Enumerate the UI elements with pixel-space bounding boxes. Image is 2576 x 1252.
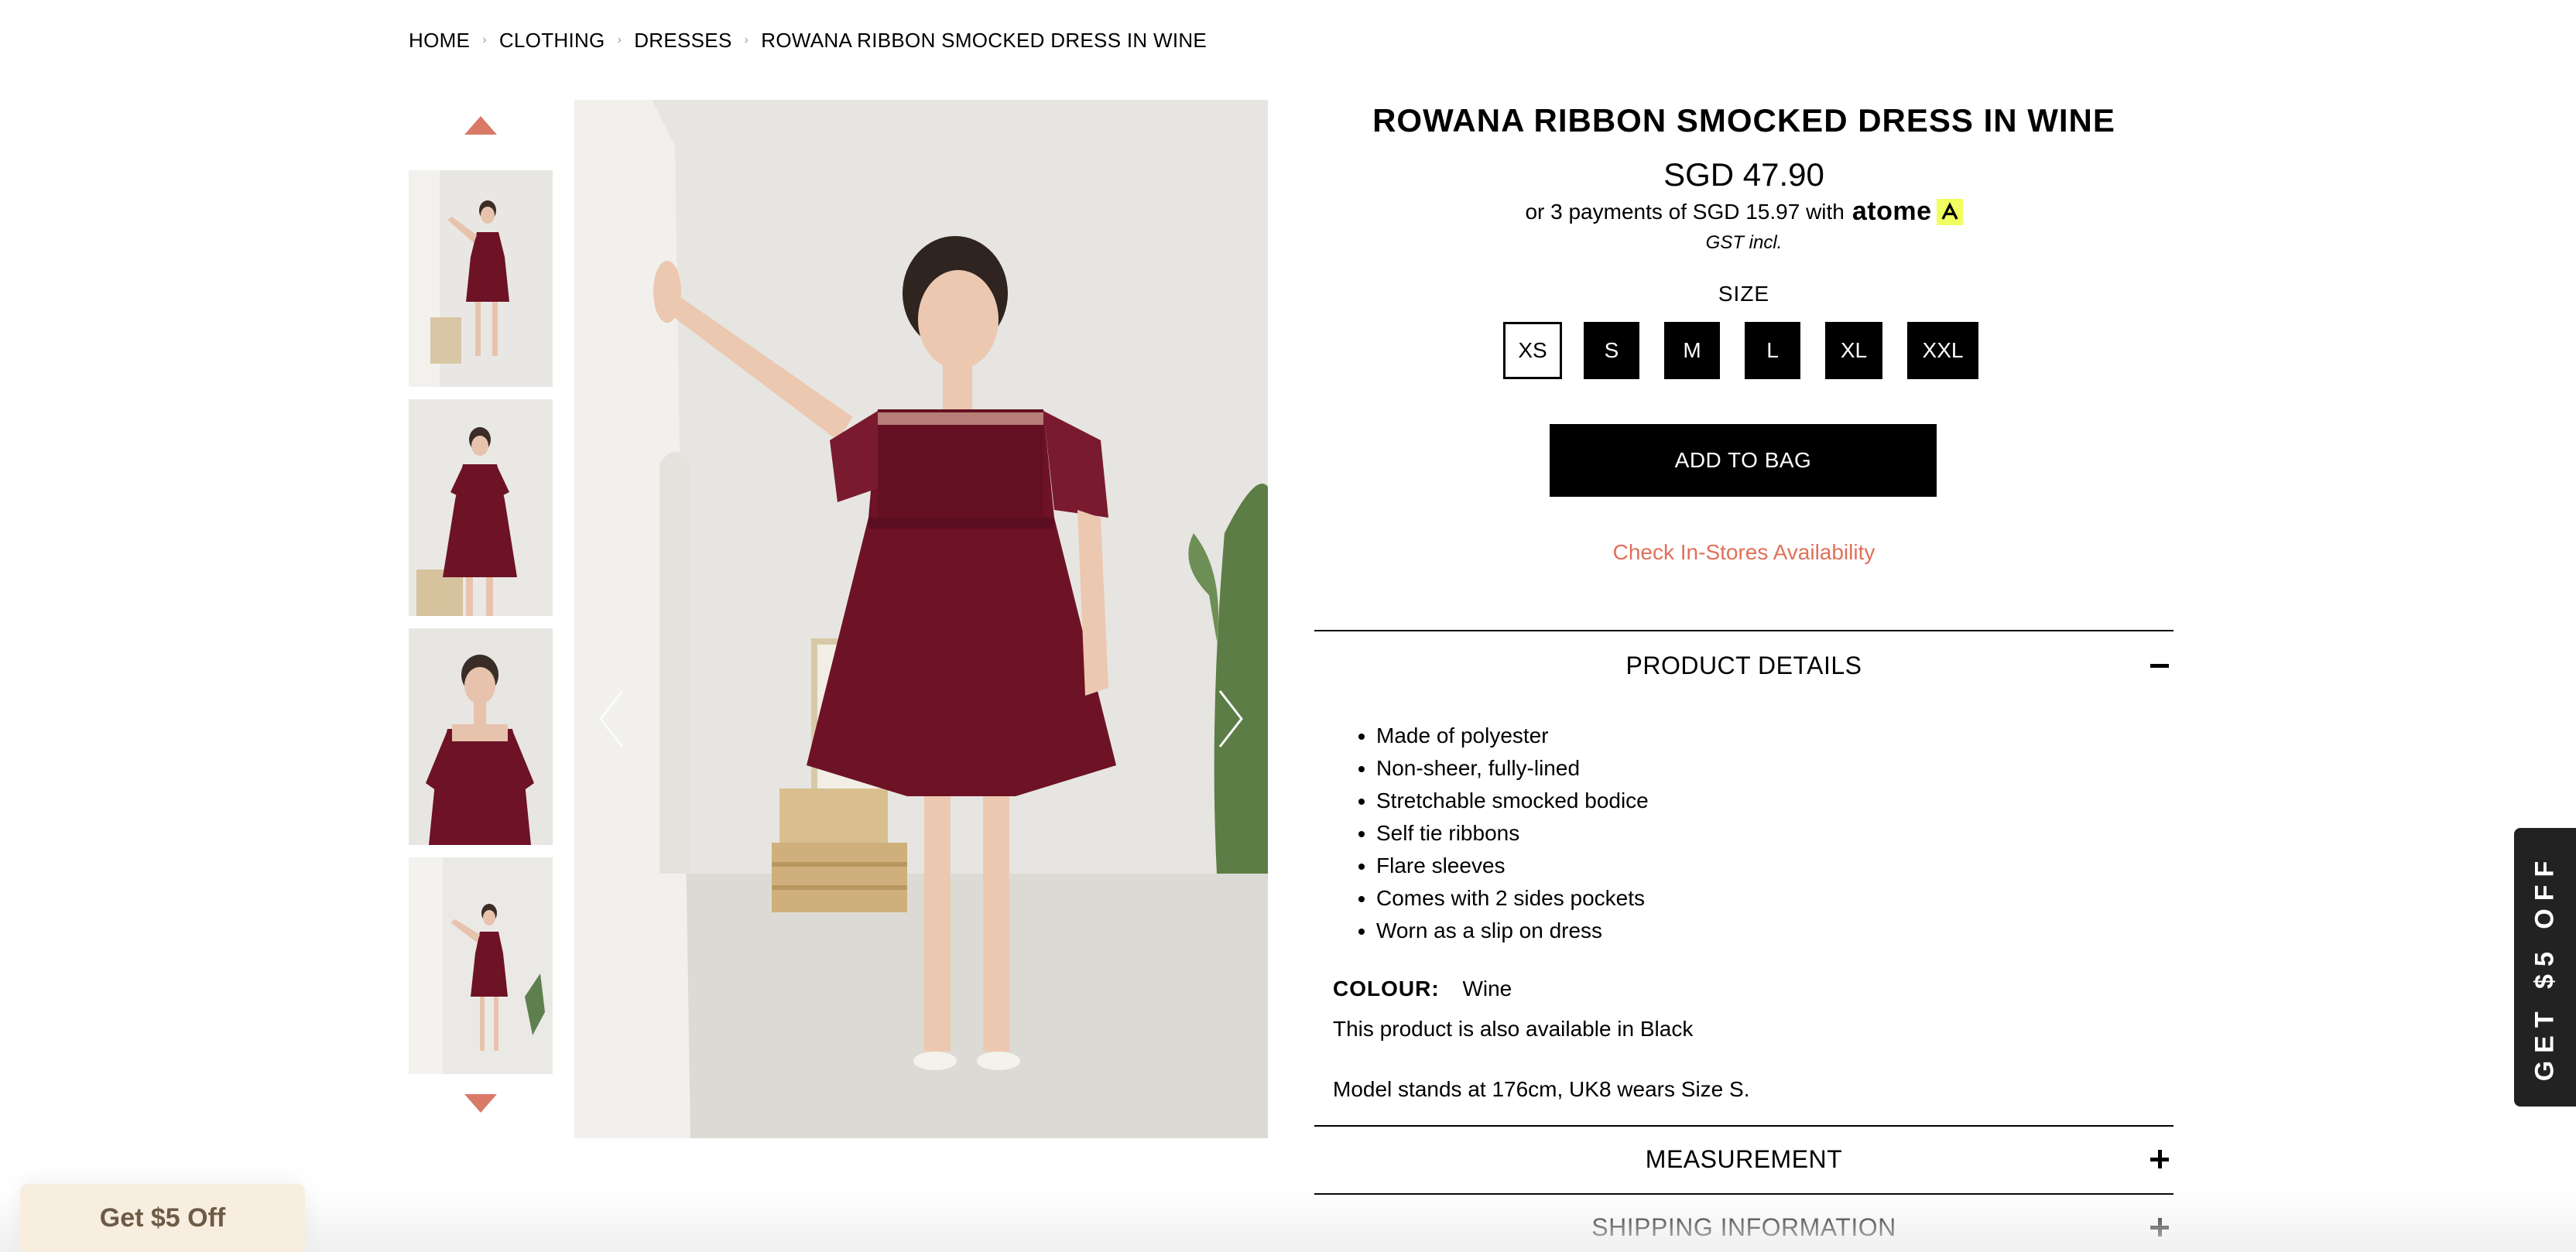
thumbnail-down-arrow-icon[interactable] [463, 1093, 498, 1114]
thumbnail-up-arrow-icon[interactable] [463, 115, 498, 136]
breadcrumb-separator-icon: › [482, 33, 487, 46]
also-available-note: This product is also available in Black [1333, 1017, 1694, 1041]
colour-value: Wine [1462, 977, 1512, 1001]
thumbnail-3[interactable] [409, 628, 553, 845]
installment-text: or 3 payments of SGD 15.97 with [1525, 199, 1845, 224]
list-item: Made of polyester [1376, 720, 1649, 752]
size-option-xs[interactable]: XS [1503, 322, 1562, 379]
size-option-m[interactable]: M [1664, 322, 1720, 379]
size-option-s[interactable]: S [1584, 322, 1639, 379]
breadcrumb-separator-icon: › [617, 33, 622, 46]
size-selector: XS S M L XL XXL [1503, 322, 1978, 379]
measurement-header[interactable]: MEASUREMENT [1314, 1127, 2174, 1192]
thumbnail-4[interactable] [409, 857, 553, 1074]
atome-logo-text: atome [1852, 197, 1932, 226]
add-to-bag-button[interactable]: ADD TO BAG [1550, 424, 1937, 497]
list-item: Stretchable smocked bodice [1376, 785, 1649, 817]
side-tab-label: GET $5 OFF [2530, 853, 2560, 1082]
breadcrumb-separator-icon: › [744, 33, 749, 46]
breadcrumb-dresses[interactable]: DRESSES [634, 29, 731, 53]
breadcrumb-home[interactable]: HOME [409, 29, 470, 53]
list-item: Worn as a slip on dress [1376, 915, 1649, 947]
check-stores-link[interactable]: Check In-Stores Availability [1314, 540, 2174, 565]
atome-logo[interactable]: atome [1852, 197, 1963, 227]
list-item: Flare sleeves [1376, 850, 1649, 882]
collapse-minus-icon[interactable] [2150, 656, 2169, 675]
size-label: SIZE [1718, 282, 1770, 306]
breadcrumb-current: ROWANA RIBBON SMOCKED DRESS IN WINE [761, 28, 1208, 52]
list-item: Comes with 2 sides pockets [1376, 882, 1649, 915]
product-title: ROWANA RIBBON SMOCKED DRESS IN WINE [1372, 102, 2115, 139]
installment-info: or 3 payments of SGD 15.97 with atome [1314, 197, 2174, 227]
thumbnail-1[interactable] [409, 170, 553, 387]
measurement-title: MEASUREMENT [1645, 1144, 1843, 1173]
bottom-fade [0, 1192, 2576, 1252]
promo-label: Get $5 Off [99, 1202, 226, 1233]
colour-label: COLOUR: [1333, 977, 1440, 1001]
shipping-title: SHIPPING INFORMATION [1591, 1213, 1896, 1241]
product-details-list: Made of polyester Non-sheer, fully-lined… [1376, 720, 1649, 947]
colour-row: COLOUR: Wine [1333, 977, 1512, 1001]
list-item: Self tie ribbons [1376, 817, 1649, 850]
breadcrumb-clothing[interactable]: CLOTHING [499, 29, 605, 53]
product-details-header[interactable]: PRODUCT DETAILS [1314, 633, 2174, 698]
list-item: Non-sheer, fully-lined [1376, 752, 1649, 785]
product-price: SGD 47.90 [1663, 156, 1824, 193]
size-option-l[interactable]: L [1745, 322, 1800, 379]
main-product-image [574, 100, 1268, 1138]
get-5-off-side-tab[interactable]: GET $5 OFF [2514, 828, 2576, 1107]
size-option-xxl[interactable]: XXL [1907, 322, 1978, 379]
breadcrumb: HOME › CLOTHING › DRESSES › ROWANA RIBBO… [409, 28, 1207, 53]
size-option-xl[interactable]: XL [1825, 322, 1882, 379]
previous-image-arrow-icon[interactable] [596, 688, 627, 750]
accordion-divider [1314, 630, 2174, 631]
get-5-off-promo-button[interactable]: Get $5 Off [20, 1184, 305, 1252]
expand-plus-icon[interactable] [2150, 1150, 2169, 1168]
atome-mark-icon [1936, 198, 1963, 225]
next-image-arrow-icon[interactable] [1215, 688, 1246, 750]
expand-plus-icon[interactable] [2150, 1218, 2169, 1237]
product-details-title: PRODUCT DETAILS [1625, 651, 1862, 679]
gst-note: GST incl. [1705, 232, 1783, 253]
shipping-header[interactable]: SHIPPING INFORMATION [1314, 1195, 2174, 1252]
thumbnail-2[interactable] [409, 399, 553, 616]
model-info: Model stands at 176cm, UK8 wears Size S. [1333, 1077, 1750, 1101]
product-photo [574, 100, 1268, 1138]
